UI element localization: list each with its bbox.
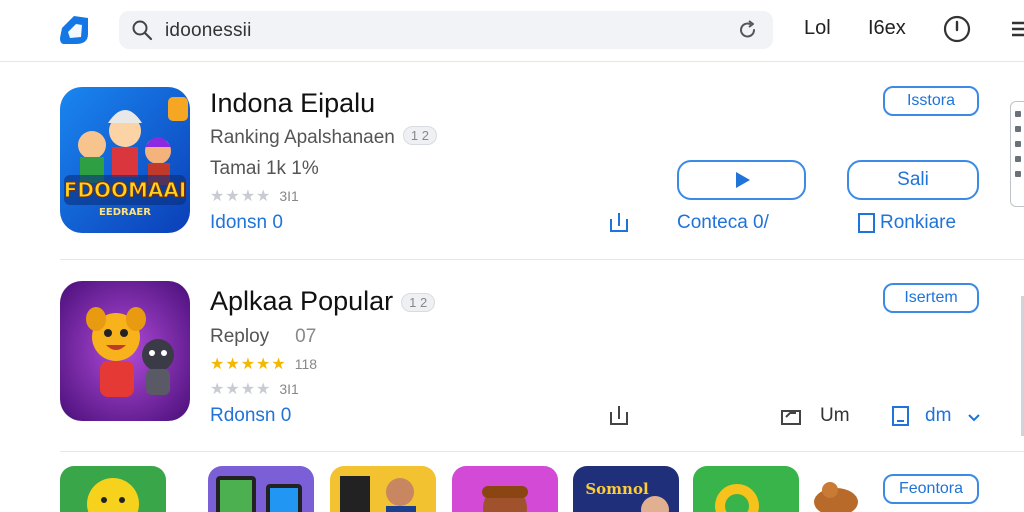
get-button[interactable]: Sali [847,160,979,200]
divider [60,451,1024,452]
app-subtitle: Ranking Apalshanaen 1 2 [210,126,437,149]
reload-icon[interactable] [737,19,759,41]
side-panel-handle[interactable] [1010,101,1024,207]
tag-button[interactable]: Isertem [883,283,979,313]
version-badge: 1 2 [401,293,436,312]
action-link-2[interactable]: dm [925,405,951,427]
app-thumbnail[interactable] [208,466,314,512]
thumbnail-title: Somnol [585,480,649,498]
action-link-2[interactable]: Ronkiare [880,212,956,234]
chevron-down-icon[interactable] [962,405,986,429]
share-icon[interactable] [607,403,631,427]
action-link-1[interactable]: Um [820,405,850,427]
app-thumbnail[interactable] [330,466,436,512]
developer-link[interactable]: Rdonsn 0 [210,405,291,427]
version-badge: 1 2 [402,126,437,145]
header-link-index[interactable]: I6ex [868,17,906,40]
divider [60,259,1024,260]
menu-icon[interactable] [1006,14,1024,44]
app-thumbnail[interactable] [808,476,864,512]
action-link-1[interactable]: Conteca 0/ [677,212,769,234]
share-icon[interactable] [607,210,631,234]
header-link-lol[interactable]: Lol [804,17,831,40]
checkbox-icon[interactable] [889,404,913,428]
app-subtitle-text: Reploy [210,326,270,347]
app-title[interactable]: Aplkaa Popular 1 2 [210,286,436,317]
search-bar[interactable]: idoonessii [119,11,773,49]
rating-stars-primary: ★★★★★ 118 [210,356,318,373]
app-meta: Tamai 1k 1% [210,158,319,179]
tag-button[interactable]: Isstora [883,86,979,116]
app-subtitle-extra: 07 [295,326,317,347]
play-button[interactable] [677,160,806,200]
search-icon [132,20,153,41]
app-title[interactable]: Indona Eipalu [210,88,375,119]
rating-count: 3I1 [279,381,299,397]
developer-link[interactable]: Idonsn 0 [210,212,283,234]
app-subtitle: Reploy 07 [210,326,316,348]
app-icon-text: FDOOMAAI [64,178,187,202]
checkbox-icon[interactable] [855,211,879,235]
app-thumbnail[interactable]: Somnol [573,466,679,512]
app-icon-popular[interactable] [60,281,190,421]
top-bar: idoonessii Lol I6ex [0,0,1024,62]
folder-icon[interactable] [779,404,803,428]
timer-icon[interactable] [942,14,972,44]
app-icon-indona[interactable]: FDOOMAAI EEDRAER [60,87,190,233]
app-subtitle-text: Ranking Apalshanaen [210,127,395,148]
app-icon-subtext: EEDRAER [99,207,151,218]
app-thumbnail[interactable] [60,466,166,512]
rating-stars: ★★★★ 3I1 [210,188,299,205]
rating-count: 118 [294,356,318,372]
rating-stars: ★★★★ 3I1 [210,381,299,398]
play-icon [735,172,750,188]
app-thumbnail[interactable] [452,466,558,512]
app-thumbnail[interactable] [693,466,799,512]
store-logo-icon[interactable] [54,10,94,50]
search-input[interactable]: idoonessii [165,20,252,42]
app-title-text[interactable]: Aplkaa Popular [210,286,393,316]
tag-button[interactable]: Feontora [883,474,979,504]
rating-count: 3I1 [279,188,299,204]
